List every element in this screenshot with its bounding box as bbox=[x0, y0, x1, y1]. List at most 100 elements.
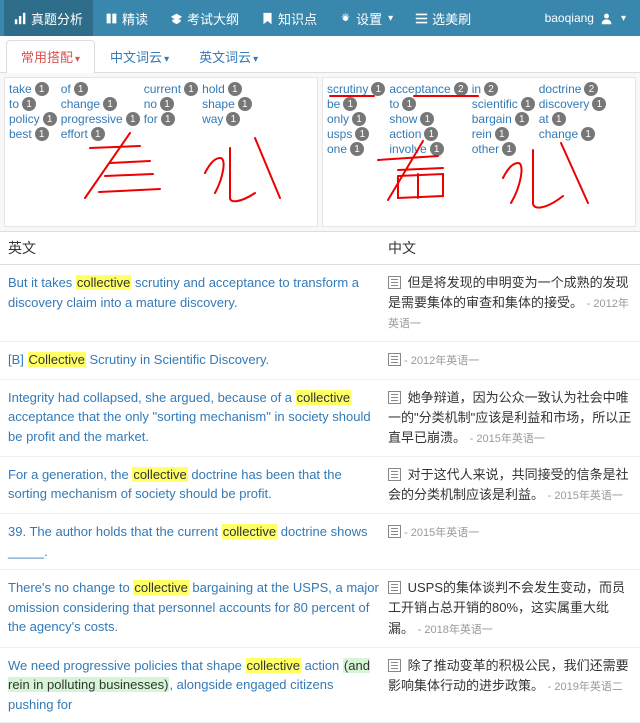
count-badge: 1 bbox=[22, 97, 36, 111]
count-badge: 1 bbox=[350, 142, 364, 156]
user-icon bbox=[600, 12, 613, 25]
doc-icon[interactable] bbox=[388, 581, 401, 594]
count-badge: 2 bbox=[584, 82, 598, 96]
handwriting-left bbox=[75, 128, 295, 218]
sentence-en[interactable]: But it takes collective scrutiny and acc… bbox=[8, 273, 380, 333]
word-item[interactable]: scrutiny1 bbox=[327, 82, 385, 96]
count-badge: 1 bbox=[126, 112, 140, 126]
word-item[interactable]: action1 bbox=[389, 127, 467, 141]
gear-icon bbox=[339, 12, 352, 25]
sentence-en[interactable]: For a generation, the collective doctrin… bbox=[8, 465, 380, 505]
word-item[interactable]: change1 bbox=[61, 97, 140, 111]
word-item[interactable]: one1 bbox=[327, 142, 385, 156]
source-label: - 2012年英语一 bbox=[388, 298, 629, 330]
count-badge: 1 bbox=[35, 82, 49, 96]
word-item[interactable]: no1 bbox=[144, 97, 198, 111]
count-badge: 1 bbox=[502, 142, 516, 156]
sentence-cn: 但是将发现的申明变为一个成熟的发现是需要集体的审查和集体的接受。 - 2012年… bbox=[388, 273, 632, 333]
left-word-pane: take1to1policy1best1 of1change1progressiv… bbox=[4, 77, 318, 227]
word-item[interactable]: take1 bbox=[9, 82, 57, 96]
word-item[interactable]: policy1 bbox=[9, 112, 57, 126]
tab-zhongwen[interactable]: 中文词云▾ bbox=[95, 40, 184, 72]
word-item[interactable]: progressive1 bbox=[61, 112, 140, 126]
word-item[interactable]: rein1 bbox=[472, 127, 535, 141]
word-item[interactable]: acceptance2 bbox=[389, 82, 467, 96]
tab-yingwen[interactable]: 英文词云▾ bbox=[184, 40, 273, 72]
count-badge: 1 bbox=[402, 97, 416, 111]
count-badge: 1 bbox=[238, 97, 252, 111]
count-badge: 1 bbox=[581, 127, 595, 141]
right-word-pane: scrutiny1be1only1usps1one1 acceptance2to1… bbox=[322, 77, 636, 227]
count-badge: 1 bbox=[161, 112, 175, 126]
word-item[interactable]: bargain1 bbox=[472, 112, 535, 126]
word-item[interactable]: discovery1 bbox=[539, 97, 607, 111]
sentence-en[interactable]: [B] Collective Scrutiny in Scientific Di… bbox=[8, 350, 380, 370]
doc-icon[interactable] bbox=[388, 391, 401, 404]
count-badge: 1 bbox=[91, 127, 105, 141]
sentence-en[interactable]: Integrity had collapsed, she argued, bec… bbox=[8, 388, 380, 448]
word-item[interactable]: other1 bbox=[472, 142, 535, 156]
count-badge: 1 bbox=[343, 97, 357, 111]
word-item[interactable]: of1 bbox=[61, 82, 140, 96]
doc-icon[interactable] bbox=[388, 468, 401, 481]
word-item[interactable]: show1 bbox=[389, 112, 467, 126]
nav-jingdu[interactable]: 精读 bbox=[95, 0, 158, 36]
sentence-row: But it takes collective scrutiny and acc… bbox=[0, 265, 640, 342]
nav-zhishidian[interactable]: 知识点 bbox=[251, 0, 327, 36]
word-item[interactable]: to1 bbox=[9, 97, 57, 111]
word-item[interactable]: change1 bbox=[539, 127, 607, 141]
word-item[interactable]: shape1 bbox=[202, 97, 252, 111]
word-item[interactable]: at1 bbox=[539, 112, 607, 126]
word-item[interactable]: current1 bbox=[144, 82, 198, 96]
word-item[interactable]: doctrine2 bbox=[539, 82, 607, 96]
chevron-down-icon: ▾ bbox=[75, 54, 80, 65]
word-item[interactable]: be1 bbox=[327, 97, 385, 111]
nav-dagang[interactable]: 考试大纲 bbox=[160, 0, 249, 36]
user-menu[interactable]: baoqiang▾ bbox=[535, 11, 636, 25]
word-item[interactable]: only1 bbox=[327, 112, 385, 126]
source-label: - 2015年英语一 bbox=[548, 490, 623, 502]
word-item[interactable]: for1 bbox=[144, 112, 198, 126]
word-item[interactable]: way1 bbox=[202, 112, 252, 126]
sentence-en[interactable]: We need progressive policies that shape … bbox=[8, 656, 380, 715]
count-badge: 1 bbox=[43, 112, 57, 126]
doc-icon[interactable] bbox=[388, 659, 401, 672]
word-item[interactable]: in2 bbox=[472, 82, 535, 96]
word-item[interactable]: best1 bbox=[9, 127, 57, 141]
word-item[interactable]: effort1 bbox=[61, 127, 140, 141]
count-badge: 1 bbox=[424, 127, 438, 141]
nav-xuanmeishua[interactable]: 选美刷 bbox=[405, 0, 481, 36]
sentence-row: 39. The author holds that the current co… bbox=[0, 514, 640, 570]
count-badge: 1 bbox=[552, 112, 566, 126]
sentence-cn: - 2012年英语一 bbox=[388, 350, 632, 370]
count-badge: 1 bbox=[430, 142, 444, 156]
sentence-row: There's no change to collective bargaini… bbox=[0, 570, 640, 647]
doc-icon[interactable] bbox=[388, 525, 401, 538]
sentence-en[interactable]: 39. The author holds that the current co… bbox=[8, 522, 380, 561]
bar-chart-icon bbox=[14, 12, 27, 25]
count-badge: 1 bbox=[74, 82, 88, 96]
word-item[interactable]: scientific1 bbox=[472, 97, 535, 111]
doc-icon[interactable] bbox=[388, 353, 401, 366]
tab-changyong[interactable]: 常用搭配▾ bbox=[6, 40, 95, 73]
sentence-row: We need progressive policies that shape … bbox=[0, 648, 640, 723]
sentence-cn: 对于这代人来说，共同接受的信条是社会的分类机制应该是利益。 - 2015年英语一 bbox=[388, 465, 632, 505]
chevron-down-icon: ▾ bbox=[388, 13, 393, 24]
word-item[interactable]: to1 bbox=[389, 97, 467, 111]
scrutiny-underline bbox=[329, 95, 375, 97]
chevron-down-icon: ▾ bbox=[621, 13, 626, 24]
count-badge: 1 bbox=[371, 82, 385, 96]
word-item[interactable]: involve1 bbox=[389, 142, 467, 156]
count-badge: 1 bbox=[355, 127, 369, 141]
word-item[interactable]: usps1 bbox=[327, 127, 385, 141]
count-badge: 2 bbox=[454, 82, 468, 96]
doc-icon[interactable] bbox=[388, 276, 401, 289]
count-badge: 1 bbox=[160, 97, 174, 111]
list-icon bbox=[415, 12, 428, 25]
nav-zhenti[interactable]: 真题分析 bbox=[4, 0, 93, 36]
bookmark-icon bbox=[261, 12, 274, 25]
word-item[interactable]: hold1 bbox=[202, 82, 252, 96]
sentence-en[interactable]: There's no change to collective bargaini… bbox=[8, 578, 380, 638]
chevron-down-icon: ▾ bbox=[253, 54, 258, 65]
nav-settings[interactable]: 设置▾ bbox=[329, 0, 403, 36]
